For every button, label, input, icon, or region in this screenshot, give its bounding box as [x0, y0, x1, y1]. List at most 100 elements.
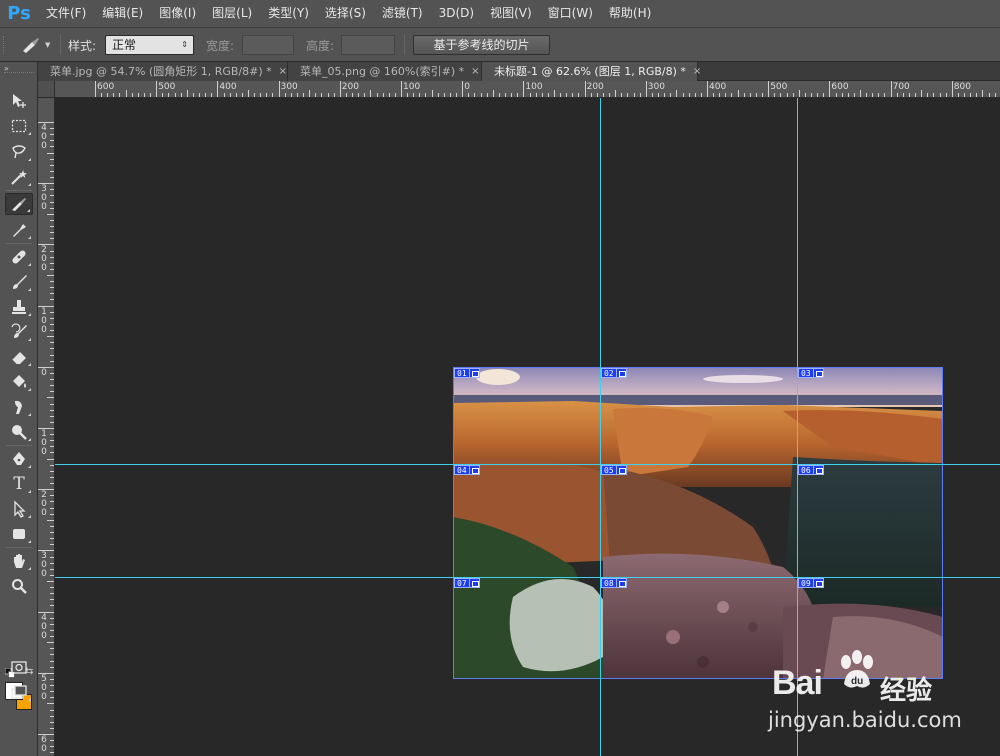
ruler-minor-tick [529, 93, 531, 97]
ruler-minor-tick [50, 232, 54, 234]
ruler-minor-tick [866, 93, 868, 97]
slice-badge[interactable]: 08 [601, 578, 627, 588]
slice-border [453, 367, 454, 679]
ruler-minor-tick [50, 636, 54, 638]
type-tool[interactable]: T [5, 473, 33, 495]
slice-border [942, 367, 943, 679]
menu-select[interactable]: 选择(S) [317, 0, 374, 27]
menu-window[interactable]: 窗口(W) [540, 0, 601, 27]
tool-preset-picker[interactable]: ▼ [20, 35, 58, 55]
horizontal-ruler[interactable]: 600 500 400 300 200 100 0 100 200 300 400 500 600 700… [38, 81, 1000, 98]
screen-mode-button[interactable] [5, 681, 33, 703]
magic-wand-tool[interactable] [5, 166, 33, 188]
lasso-tool[interactable] [5, 141, 33, 163]
menu-file[interactable]: 文件(F) [38, 0, 94, 27]
clone-stamp-tool[interactable] [5, 296, 33, 318]
horizontal-guide[interactable] [55, 577, 1000, 578]
ruler-minor-tick [541, 93, 543, 97]
eyedropper-tool[interactable] [5, 219, 33, 241]
menu-image[interactable]: 图像(I) [151, 0, 204, 27]
slice-badge[interactable]: 03 [798, 368, 824, 378]
close-tab-icon[interactable]: × [279, 63, 287, 81]
menu-type[interactable]: 类型(Y) [260, 0, 317, 27]
ruler-minor-tick [682, 93, 684, 97]
height-label: 高度: [306, 39, 335, 53]
slices-from-guides-button[interactable]: 基于参考线的切片 [413, 35, 550, 55]
document-tab[interactable]: 菜单.jpg @ 54.7% (圆角矩形 1, RGB/8#) * × [38, 62, 288, 81]
tools-panel-grip[interactable] [4, 72, 34, 75]
slice-tool[interactable] [5, 193, 33, 215]
width-input[interactable] [242, 35, 294, 55]
ruler-minor-tick [817, 93, 819, 97]
ruler-minor-tick [449, 93, 451, 97]
close-tab-icon[interactable]: × [471, 63, 479, 81]
style-label: 样式: [68, 39, 97, 53]
ruler-label: 400 [709, 82, 727, 92]
dodge-tool[interactable] [5, 421, 33, 443]
slice-badge[interactable]: 04 [454, 465, 480, 475]
slice-badge[interactable]: 05 [601, 465, 627, 475]
ruler-minor-tick [50, 128, 54, 130]
eraser-tool[interactable] [5, 346, 33, 368]
ruler-minor-tick [50, 464, 54, 466]
menu-3d[interactable]: 3D(D) [431, 0, 482, 27]
menu-filter[interactable]: 滤镜(T) [374, 0, 431, 27]
slice-badge[interactable]: 06 [798, 465, 824, 475]
ruler-minor-tick [994, 93, 996, 97]
ruler-minor-tick [939, 93, 941, 97]
ruler-minor-tick [345, 93, 347, 97]
ruler-minor-tick [50, 574, 54, 576]
menu-layer[interactable]: 图层(L) [204, 0, 260, 27]
vertical-ruler[interactable]: 4 0 0 3 0 0 2 0 0 1 0 0 0 1 0 0 2 0 0 3 0 0 4 0 … [38, 98, 55, 756]
ruler-minor-tick [884, 93, 886, 97]
height-input[interactable] [341, 35, 395, 55]
ruler-minor-tick [50, 281, 54, 283]
document-tab[interactable]: 菜单_05.png @ 160%(索引#) * × [288, 62, 482, 81]
smudge-tool[interactable] [5, 396, 33, 418]
ruler-minor-tick [50, 323, 54, 325]
document-image[interactable] [453, 367, 943, 679]
ruler-tick [890, 81, 892, 97]
options-bar-grip[interactable] [3, 36, 7, 54]
menu-help[interactable]: 帮助(H) [601, 0, 659, 27]
paint-bucket-tool[interactable] [5, 371, 33, 393]
slice-badge[interactable]: 01 [454, 368, 480, 378]
ruler-minor-tick [131, 93, 133, 97]
ruler-minor-tick [841, 93, 843, 97]
healing-brush-tool[interactable] [5, 246, 33, 268]
rectangle-tool[interactable] [5, 523, 33, 545]
history-brush-tool[interactable] [5, 321, 33, 343]
ruler-minor-tick [50, 556, 54, 558]
slice-badge[interactable]: 07 [454, 578, 480, 588]
canvas-area[interactable]: 600 500 400 300 200 100 0 100 200 300 400 500 600 700… [38, 81, 1000, 756]
menu-view[interactable]: 视图(V) [482, 0, 540, 27]
hand-tool[interactable] [5, 550, 33, 572]
close-tab-icon[interactable]: × [693, 63, 701, 81]
marquee-tool[interactable] [5, 115, 33, 137]
brush-icon [13, 275, 27, 289]
path-selection-tool[interactable] [5, 498, 33, 520]
style-select[interactable]: 正常 ⇕ [105, 35, 194, 55]
image-slice-icon [468, 465, 480, 475]
vertical-guide[interactable] [797, 98, 798, 756]
move-tool[interactable] [5, 90, 33, 112]
ruler-minor-tick [180, 93, 182, 97]
brush-tool[interactable] [5, 271, 33, 293]
ruler-minor-tick [670, 93, 672, 97]
pen-tool[interactable] [5, 448, 33, 470]
menu-edit[interactable]: 编辑(E) [94, 0, 151, 27]
quick-mask-icon [11, 661, 27, 674]
slice-badge[interactable]: 02 [601, 368, 627, 378]
ruler-minor-tick [621, 93, 623, 97]
style-select-value: 正常 [112, 38, 137, 52]
image-slice-icon [615, 578, 627, 588]
document-tab-active[interactable]: 未标题-1 @ 62.6% (图层 1, RGB/8) * × [482, 62, 701, 81]
vertical-guide[interactable] [600, 98, 601, 756]
zoom-tool[interactable] [5, 575, 33, 597]
horizontal-guide[interactable] [55, 464, 1000, 465]
slice-badge[interactable]: 09 [798, 578, 824, 588]
ruler-minor-tick [50, 691, 54, 693]
quick-mask-button[interactable] [5, 656, 33, 678]
ruler-minor-tick [50, 617, 54, 619]
ruler-origin[interactable] [38, 81, 55, 98]
